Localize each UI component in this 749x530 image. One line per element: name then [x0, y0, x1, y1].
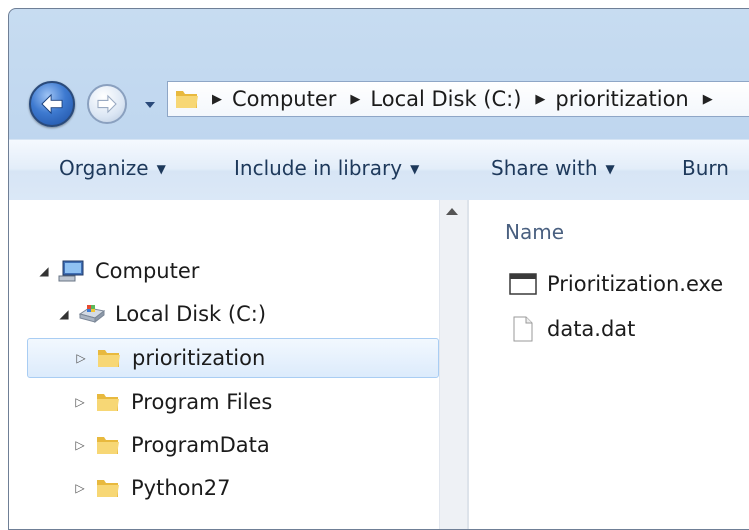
- breadcrumb-prioritization[interactable]: prioritization: [555, 87, 688, 111]
- breadcrumb-arrow-icon[interactable]: ▶: [212, 92, 222, 107]
- breadcrumb-arrow-icon[interactable]: ▶: [703, 92, 713, 107]
- include-in-library-button[interactable]: Include in library ▼: [234, 156, 419, 180]
- back-button[interactable]: [29, 81, 75, 127]
- folder-icon: [97, 437, 119, 454]
- folder-icon: [97, 394, 119, 411]
- expanded-arrow-icon[interactable]: ◢: [37, 264, 51, 278]
- caret-down-icon: ▼: [605, 162, 615, 176]
- file-list-pane: Name Prioritization.exe data.dat: [469, 200, 749, 529]
- file-name: data.dat: [547, 317, 636, 341]
- folder-icon: [176, 91, 198, 108]
- tree-label-local-disk: Local Disk (C:): [115, 302, 267, 326]
- breadcrumb-arrow-icon[interactable]: ▶: [350, 92, 360, 107]
- navigation-bar: ▶ Computer ▶ Local Disk (C:) ▶ prioritiz…: [9, 71, 749, 139]
- burn-button[interactable]: Burn: [682, 156, 729, 180]
- explorer-window: ▶ Computer ▶ Local Disk (C:) ▶ prioritiz…: [8, 8, 749, 530]
- tree-item-computer[interactable]: ◢ Computer: [37, 251, 465, 291]
- folder-icon: [97, 480, 119, 497]
- file-item-prioritization-exe[interactable]: Prioritization.exe: [509, 272, 723, 296]
- organize-label: Organize: [59, 156, 149, 180]
- computer-icon: [58, 260, 84, 282]
- breadcrumb-local-disk[interactable]: Local Disk (C:): [370, 87, 521, 111]
- hard-drive-icon: [78, 305, 106, 324]
- tree-label-program-files: Program Files: [131, 390, 273, 414]
- tree-item-program-files[interactable]: ▷ Program Files: [73, 382, 501, 422]
- share-with-label: Share with: [491, 156, 598, 180]
- caret-down-icon: ▼: [410, 162, 420, 176]
- collapsed-arrow-icon[interactable]: ▷: [73, 481, 87, 495]
- application-window-icon: [509, 273, 537, 295]
- tree-label-prioritization: prioritization: [132, 346, 266, 370]
- collapsed-arrow-icon[interactable]: ▷: [73, 438, 87, 452]
- share-with-button[interactable]: Share with ▼: [491, 156, 615, 180]
- back-arrow-icon: [41, 93, 63, 115]
- tree-item-prioritization[interactable]: ▷ prioritization: [27, 338, 439, 378]
- breadcrumb-computer[interactable]: Computer: [232, 87, 336, 111]
- forward-button[interactable]: [87, 84, 127, 124]
- title-bar: [9, 9, 749, 71]
- tree-label-programdata: ProgramData: [131, 433, 270, 457]
- chevron-down-icon: [145, 102, 155, 108]
- vertical-scrollbar[interactable]: [439, 200, 468, 529]
- tree-label-python27: Python27: [131, 476, 231, 500]
- file-item-data-dat[interactable]: data.dat: [509, 315, 635, 343]
- column-header-name[interactable]: Name: [505, 220, 564, 244]
- address-bar[interactable]: ▶ Computer ▶ Local Disk (C:) ▶ prioritiz…: [167, 81, 749, 117]
- tree-item-python27[interactable]: ▷ Python27: [73, 468, 501, 508]
- caret-down-icon: ▼: [156, 162, 166, 176]
- navigation-pane: ◢ Computer ◢ Local Disk (C:) ▷ prioritiz…: [9, 200, 469, 529]
- expanded-arrow-icon[interactable]: ◢: [57, 307, 71, 321]
- file-name: Prioritization.exe: [547, 272, 724, 296]
- recent-pages-button[interactable]: [143, 97, 157, 111]
- include-in-library-label: Include in library: [234, 156, 403, 180]
- tree-label-computer: Computer: [95, 259, 200, 283]
- tree-item-programdata[interactable]: ▷ ProgramData: [73, 425, 501, 465]
- collapsed-arrow-icon[interactable]: ▷: [74, 351, 88, 365]
- collapsed-arrow-icon[interactable]: ▷: [73, 395, 87, 409]
- organize-button[interactable]: Organize ▼: [59, 156, 166, 180]
- generic-file-icon: [513, 316, 533, 342]
- command-bar: Organize ▼ Include in library ▼ Share with…: [9, 139, 749, 201]
- burn-label: Burn: [682, 156, 729, 180]
- breadcrumb-arrow-icon[interactable]: ▶: [535, 92, 545, 107]
- tree-item-local-disk[interactable]: ◢ Local Disk (C:): [57, 294, 485, 334]
- scroll-up-arrow-icon[interactable]: [446, 208, 458, 215]
- folder-icon: [98, 350, 120, 367]
- forward-arrow-icon: [97, 94, 117, 114]
